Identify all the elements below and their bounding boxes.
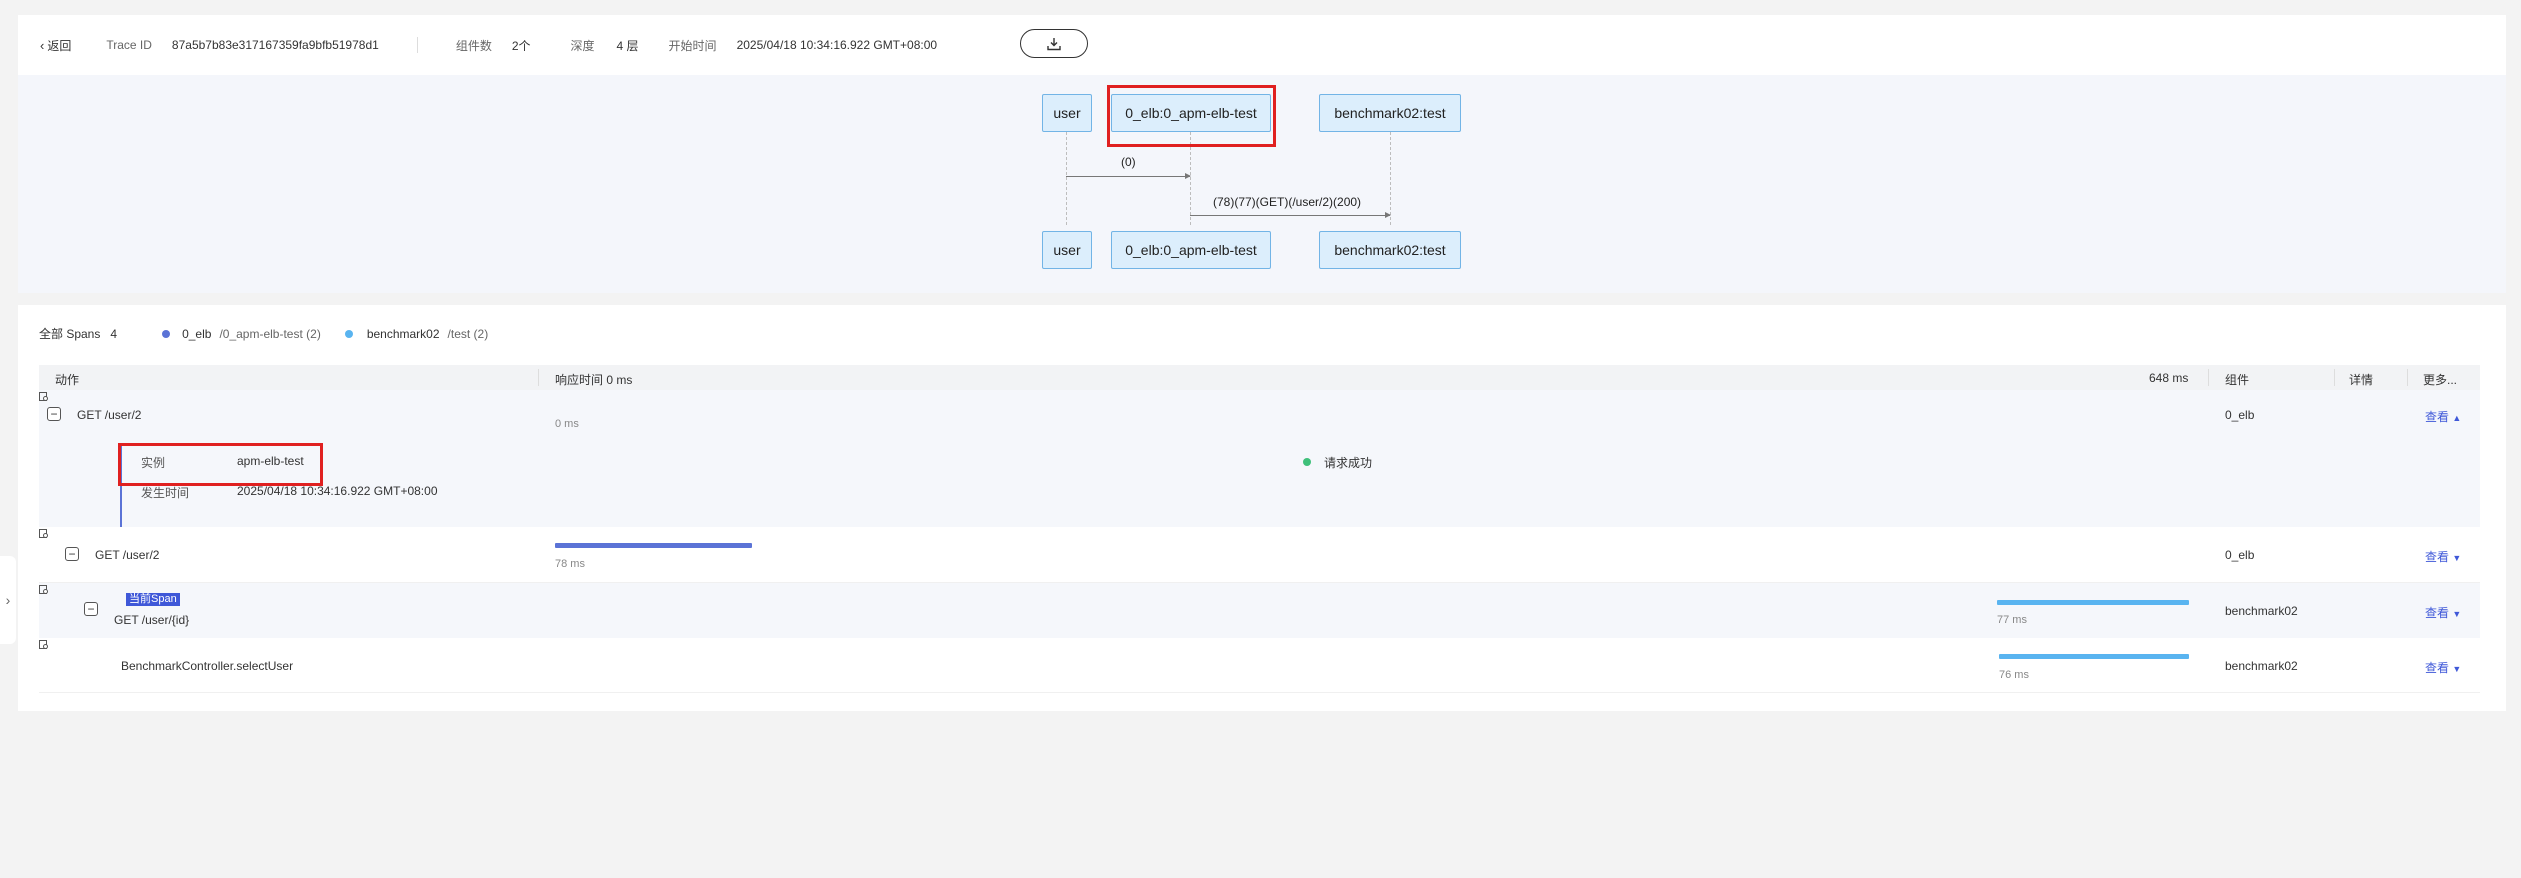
collapse-toggle[interactable]: − — [84, 602, 98, 616]
node-benchmark-top[interactable]: benchmark02:test — [1319, 94, 1461, 132]
collapse-toggle[interactable]: − — [65, 547, 79, 561]
divider — [416, 37, 418, 53]
lifeline-user — [1066, 132, 1067, 225]
node-user-bottom[interactable]: user — [1042, 231, 1092, 269]
detail-icon[interactable] — [39, 529, 49, 539]
message-label-2: (78)(77)(GET)(/user/2)(200) — [1213, 195, 1362, 209]
span-component: benchmark02 — [2225, 604, 2298, 618]
divider — [2407, 369, 2408, 386]
trace-id-value: 87a5b7b83e317167359fa9bfb51978d1 — [171, 38, 379, 52]
current-span-badge: 当前Span — [126, 593, 180, 606]
trace-header: ‹ 返回 Trace ID 87a5b7b83e317167359fa9bfb5… — [18, 15, 2506, 75]
span-component: 0_elb — [2225, 548, 2255, 562]
caret-down-icon: ▼ — [2452, 664, 2462, 674]
table-header: 动作 响应时间 0 ms 648 ms 组件 详情 更多... — [39, 365, 2480, 390]
more-link[interactable]: 查看 ▼ — [2425, 548, 2461, 565]
span-action: GET /user/2 — [95, 548, 160, 562]
highlight-box — [118, 443, 323, 486]
col-response-time: 响应时间 0 ms — [555, 373, 633, 387]
span-action: GET /user/2 — [77, 408, 142, 422]
span-action: BenchmarkController.selectUser — [121, 659, 294, 673]
more-label: 查看 — [2425, 550, 2450, 564]
all-spans-label: 全部 Spans — [39, 327, 101, 341]
more-link[interactable]: 查看 ▼ — [2425, 659, 2461, 676]
caret-down-icon: ▼ — [2452, 553, 2462, 563]
span-duration: 77 ms — [1997, 614, 2027, 626]
span-component: benchmark02 — [2225, 659, 2298, 673]
status-dot — [1303, 458, 1311, 466]
table-row[interactable]: − GET /user/2 78 ms 0_elb 查看 ▼ — [39, 527, 2480, 583]
table-row[interactable]: BenchmarkController.selectUser 76 ms ben… — [39, 638, 2480, 693]
span-duration: 78 ms — [555, 558, 585, 570]
node-benchmark-bottom[interactable]: benchmark02:test — [1319, 231, 1461, 269]
col-more: 更多... — [2423, 373, 2458, 387]
table-row[interactable]: − GET /user/2 0 ms 0_elb 查看 ▲ 实例 apm-elb… — [39, 390, 2480, 527]
expand-sidebar-button[interactable]: › — [0, 556, 16, 644]
download-icon — [1047, 37, 1061, 50]
component-count-value: 2个 — [511, 38, 531, 53]
divider — [2334, 369, 2335, 386]
col-detail: 详情 — [2349, 373, 2374, 387]
span-duration: 0 ms — [555, 418, 579, 430]
topology-diagram: user 0_elb:0_apm-elb-test benchmark02:te… — [18, 75, 2506, 293]
component-count-label: 组件数 — [455, 38, 492, 53]
duration-bar — [1999, 654, 2189, 659]
duration-bar — [555, 543, 752, 548]
detail-icon[interactable] — [39, 640, 49, 650]
highlight-box — [1107, 85, 1276, 147]
divider — [538, 369, 539, 386]
collapse-toggle[interactable]: − — [47, 407, 61, 421]
download-button[interactable] — [1020, 29, 1088, 58]
detail-icon[interactable] — [39, 392, 49, 402]
span-action: GET /user/{id} — [114, 613, 190, 627]
message-arrow-2 — [1190, 212, 1391, 218]
depth-value: 4 层 — [616, 38, 639, 53]
legend-dot-elb — [162, 329, 171, 338]
legend-sub-benchmark: /test (2) — [447, 326, 489, 341]
depth-label: 深度 — [570, 38, 595, 53]
legend-dot-benchmark — [344, 329, 353, 338]
message-arrow-1 — [1066, 173, 1191, 179]
duration-bar — [1997, 600, 2189, 605]
caret-up-icon: ▲ — [2452, 413, 2462, 423]
chevron-right-icon: › — [5, 592, 11, 608]
time-label: 发生时间 — [141, 486, 190, 500]
node-elb-bottom[interactable]: 0_elb:0_apm-elb-test — [1111, 231, 1271, 269]
more-label: 查看 — [2425, 606, 2450, 620]
legend-name-elb[interactable]: 0_elb — [182, 327, 211, 341]
span-duration: 76 ms — [1999, 669, 2029, 681]
back-label: 返回 — [47, 38, 72, 53]
table-row[interactable]: − 当前Span GET /user/{id} 77 ms benchmark0… — [39, 583, 2480, 638]
trace-id-label: Trace ID — [106, 38, 152, 52]
message-label-1: (0) — [1121, 155, 1136, 169]
all-spans-count: 4 — [110, 326, 118, 341]
legend-sub-elb: /0_apm-elb-test (2) — [219, 326, 321, 341]
more-link[interactable]: 查看 ▼ — [2425, 604, 2461, 621]
spans-legend: 全部 Spans 4 0_elb /0_apm-elb-test (2) ben… — [39, 325, 488, 342]
chevron-left-icon: ‹ — [40, 37, 45, 53]
back-button[interactable]: ‹ 返回 — [40, 37, 71, 54]
col-action: 动作 — [55, 373, 80, 387]
spans-panel: 全部 Spans 4 0_elb /0_apm-elb-test (2) ben… — [18, 305, 2506, 711]
time-value: 2025/04/18 10:34:16.922 GMT+08:00 — [237, 484, 438, 498]
span-component: 0_elb — [2225, 408, 2255, 422]
col-max-time: 648 ms — [2149, 371, 2189, 385]
detail-icon[interactable] — [39, 585, 49, 595]
caret-down-icon: ▼ — [2452, 609, 2462, 619]
more-label: 查看 — [2425, 410, 2450, 424]
more-link[interactable]: 查看 ▲ — [2425, 408, 2461, 425]
more-label: 查看 — [2425, 661, 2450, 675]
legend-name-benchmark[interactable]: benchmark02 — [367, 327, 440, 341]
start-time-label: 开始时间 — [668, 38, 717, 53]
col-component: 组件 — [2225, 373, 2250, 387]
status-text: 请求成功 — [1324, 456, 1373, 470]
start-time-value: 2025/04/18 10:34:16.922 GMT+08:00 — [736, 38, 938, 52]
divider — [2208, 369, 2209, 386]
node-user-top[interactable]: user — [1042, 94, 1092, 132]
